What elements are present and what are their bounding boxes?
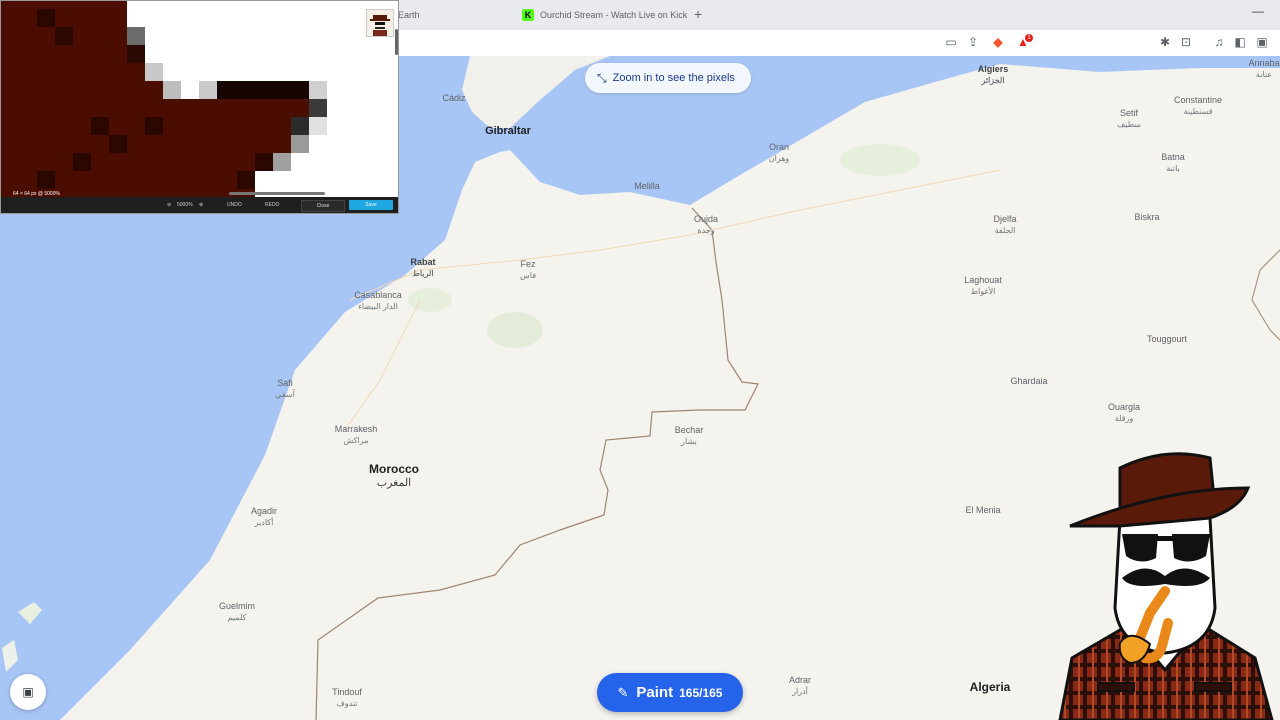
map-label-casablanca[interactable]: Casablanca الدار البيضاء <box>354 290 402 312</box>
zoom-gesture-icon: ⤡ <box>597 70 607 85</box>
map-label-marrakesh[interactable]: Marrakesh مراكش <box>335 424 378 446</box>
map-label-morocco[interactable]: Morocco المغرب <box>369 462 419 490</box>
streamer-mascot-overlay <box>1058 452 1274 720</box>
map-label-rabat[interactable]: Rabat الرباط <box>410 257 435 279</box>
brush-icon: ✎ <box>617 684 629 700</box>
map-label-fez[interactable]: Fez فاس <box>520 259 536 281</box>
preview-close-button[interactable]: Close <box>301 200 345 212</box>
map-label-safi[interactable]: Safi آسفي <box>275 378 295 400</box>
wallet-icon[interactable]: ▣ <box>1255 35 1269 49</box>
rewards-badge: 1 <box>1025 34 1033 42</box>
map-label-djelfa[interactable]: Djelfa الجلفة <box>993 214 1016 236</box>
map-label-constantine[interactable]: Constantine قسنطينة <box>1174 95 1222 117</box>
map-label-setif[interactable]: Setif سطيف <box>1117 108 1141 130</box>
new-tab-button[interactable]: + <box>694 5 702 23</box>
zoom-hint-text: Zoom in to see the pixels <box>612 72 735 84</box>
share-icon[interactable]: ⇪ <box>966 35 980 49</box>
preview-horizontal-scrollbar[interactable] <box>229 192 325 195</box>
pixel-preview-window: 64 × 64 px @ 5000% ⊖ 5000% ⊕ UNDO REDO C… <box>0 0 399 214</box>
tab-earth[interactable]: Earth <box>398 5 420 25</box>
zoom-hint-pill: ⤡ Zoom in to see the pixels <box>585 63 751 93</box>
map-label-agadir[interactable]: Agadir أكادير <box>251 506 277 528</box>
preview-vertical-scrollbar[interactable] <box>395 29 398 55</box>
layers-icon: ▣ <box>22 685 34 699</box>
zoom-out-icon[interactable]: ⊖ <box>167 202 171 208</box>
screenshot-icon[interactable]: ⊡ <box>1179 35 1193 49</box>
redo-button[interactable]: REDO <box>265 202 279 208</box>
map-label-guelmim[interactable]: Guelmim كلميم <box>219 601 255 623</box>
map-label-melilla[interactable]: Melilla <box>634 181 660 192</box>
preview-save-button[interactable]: Save <box>349 200 393 210</box>
paint-label: Paint <box>636 684 674 701</box>
map-label-laghouat[interactable]: Laghouat الأغواط <box>964 275 1002 297</box>
zoom-in-icon[interactable]: ⊕ <box>199 202 203 208</box>
map-label-el-menia[interactable]: El Menia <box>965 505 1000 516</box>
preview-footer-bar: ⊖ 5000% ⊕ UNDO REDO Close Save <box>1 197 398 213</box>
preview-zoom-level: 5000% <box>177 202 193 208</box>
media-icon[interactable]: ♫ <box>1212 35 1226 49</box>
tab-earth-label: Earth <box>398 10 420 20</box>
map-label-batna[interactable]: Batna باتنة <box>1161 152 1185 174</box>
preview-avatar-icon[interactable] <box>366 9 394 37</box>
paint-charge-count: 165/165 <box>679 685 723 700</box>
map-label-ouargla[interactable]: Ouargla ورقلة <box>1108 402 1140 424</box>
map-label-algeria[interactable]: Algeria <box>970 680 1011 694</box>
minimize-window-button[interactable]: — <box>1252 4 1264 18</box>
map-label-algiers[interactable]: Algiers الجزائر <box>978 64 1009 86</box>
map-label-ghardaia[interactable]: Ghardaia <box>1010 376 1047 387</box>
map-label-bechar[interactable]: Bechar بشار <box>675 425 704 447</box>
brave-shield-icon[interactable]: ◆ <box>991 35 1005 49</box>
extensions-icon[interactable]: ✱ <box>1158 35 1172 49</box>
map-label-oujda[interactable]: Oujda وجدة <box>694 214 718 236</box>
kick-logo-icon: K <box>522 9 534 21</box>
paint-button[interactable]: ✎ Paint 165/165 <box>597 673 743 712</box>
map-label-oran[interactable]: Oran وهران <box>769 142 790 164</box>
pixel-art-canvas[interactable] <box>1 1 396 197</box>
undo-button[interactable]: UNDO <box>227 202 242 208</box>
map-label-annaba[interactable]: Annaba عنابة <box>1248 58 1279 80</box>
map-layers-button[interactable]: ▣ <box>10 674 46 710</box>
mini-mascot-graphic <box>370 15 390 36</box>
map-label-touggourt[interactable]: Touggourt <box>1147 334 1187 345</box>
map-label-gibraltar[interactable]: Gibraltar <box>485 126 531 137</box>
tab-kick-label: Ourchid Stream - Watch Live on Kick <box>540 10 688 20</box>
map-label-cadiz[interactable]: Cádiz <box>442 93 465 104</box>
map-label-tindouf[interactable]: Tindouf تندوف <box>332 687 362 709</box>
cast-icon[interactable]: ▭ <box>944 35 958 49</box>
map-label-adrar[interactable]: Adrar أدرار <box>789 675 811 697</box>
sidebar-icon[interactable]: ◧ <box>1233 35 1247 49</box>
map-label-biskra[interactable]: Biskra <box>1134 212 1159 223</box>
tab-kick-stream[interactable]: K Ourchid Stream - Watch Live on Kick <box>522 5 687 25</box>
